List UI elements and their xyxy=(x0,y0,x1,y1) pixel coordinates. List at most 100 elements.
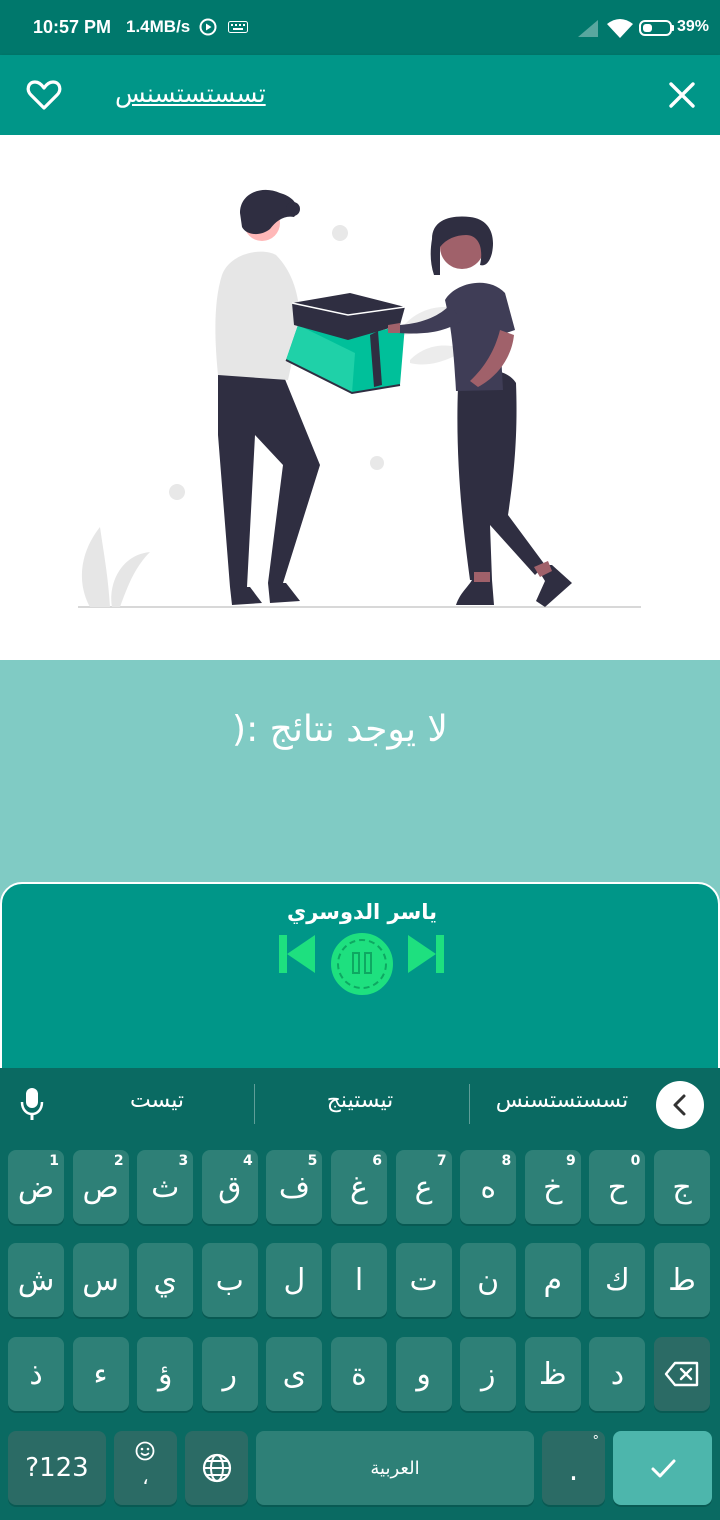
key-row2-2[interactable]: ي xyxy=(137,1243,194,1317)
key-row3-2-label: ؤ xyxy=(157,1356,173,1392)
language-key[interactable] xyxy=(185,1431,248,1505)
key-row2-5[interactable]: ا xyxy=(331,1243,387,1317)
symbols-key[interactable]: ?123 xyxy=(8,1431,106,1505)
microphone-icon[interactable] xyxy=(17,1086,47,1122)
key-row3-8[interactable]: ظ xyxy=(524,1337,581,1411)
key-row1-5[interactable]: غ6 xyxy=(331,1150,387,1224)
close-icon[interactable] xyxy=(662,75,702,115)
key-row2-10[interactable]: ط xyxy=(654,1243,710,1317)
key-row1-8[interactable]: خ9 xyxy=(524,1150,581,1224)
key-row2-8-label: م xyxy=(543,1262,563,1298)
key-row2-3[interactable]: ب xyxy=(201,1243,258,1317)
key-row1-10-label: ج xyxy=(672,1169,692,1205)
key-row3-9-label: د xyxy=(610,1356,625,1392)
suggestion-divider xyxy=(469,1084,470,1124)
key-row1-3[interactable]: ق4 xyxy=(201,1150,258,1224)
key-row1-2-label: ث xyxy=(151,1169,180,1205)
key-row2-7-label: ن xyxy=(477,1262,500,1298)
key-row2-0-label: ش xyxy=(17,1262,55,1298)
key-row3-4[interactable]: ى xyxy=(266,1337,323,1411)
key-row1-8-label: خ xyxy=(543,1169,563,1205)
key-row1-10[interactable]: ج xyxy=(654,1150,710,1224)
key-row1-9[interactable]: ح0 xyxy=(589,1150,646,1224)
key-row1-7-label: ه xyxy=(480,1169,497,1205)
key-row2-4-label: ل xyxy=(283,1262,306,1298)
app-bar: تسستستسنس xyxy=(0,55,720,135)
key-row2-8[interactable]: م xyxy=(524,1243,581,1317)
key-row2-6-label: ت xyxy=(409,1262,438,1298)
heart-outline-icon[interactable] xyxy=(24,75,64,115)
space-key[interactable]: العربية xyxy=(256,1431,534,1505)
key-row1-6-number: 7 xyxy=(436,1153,447,1169)
key-row1-6[interactable]: ع7 xyxy=(395,1150,452,1224)
status-time: 10:57 PM xyxy=(33,17,112,37)
key-row1-0[interactable]: ض1 xyxy=(8,1150,64,1224)
collapse-suggestions-button[interactable] xyxy=(656,1081,704,1129)
key-row3-6[interactable]: و xyxy=(395,1337,452,1411)
key-row1-0-label: ض xyxy=(17,1169,55,1205)
suggestion-2[interactable]: تيستينج xyxy=(290,1088,430,1113)
keyboard-indicator-icon xyxy=(228,21,248,33)
key-row3-0[interactable]: ذ xyxy=(8,1337,64,1411)
symbols-key-label: ?123 xyxy=(25,1453,89,1483)
key-row1-7-number: 8 xyxy=(501,1153,512,1169)
no-results-message: ): لا يوجد نتائج xyxy=(232,709,448,750)
key-row2-2-label: ي xyxy=(153,1262,177,1298)
key-row1-3-label: ق xyxy=(218,1169,242,1205)
key-row3-7[interactable]: ز xyxy=(460,1337,517,1411)
key-row1-4-number: 5 xyxy=(307,1153,318,1169)
chevron-left-icon xyxy=(673,1094,686,1116)
key-row3-9[interactable]: د xyxy=(589,1337,646,1411)
key-row2-1-label: س xyxy=(82,1262,119,1298)
globe-icon xyxy=(202,1453,231,1483)
key-row3-1[interactable]: ء xyxy=(72,1337,129,1411)
skip-next-icon[interactable] xyxy=(406,931,446,977)
backspace-icon xyxy=(664,1361,699,1387)
key-row2-6[interactable]: ت xyxy=(395,1243,452,1317)
key-row3-3[interactable]: ر xyxy=(201,1337,258,1411)
enter-key[interactable] xyxy=(613,1431,712,1505)
key-row3-2[interactable]: ؤ xyxy=(137,1337,194,1411)
key-row2-9[interactable]: ك xyxy=(589,1243,646,1317)
suggestion-3[interactable]: تسستستسنس xyxy=(480,1088,644,1113)
backspace-key[interactable] xyxy=(654,1337,710,1411)
emoji-key[interactable]: ، xyxy=(114,1431,177,1505)
key-row2-7[interactable]: ن xyxy=(460,1243,517,1317)
empty-state-illustration xyxy=(0,135,720,660)
key-row1-2[interactable]: ث3 xyxy=(137,1150,194,1224)
key-row1-4[interactable]: ف5 xyxy=(266,1150,323,1224)
key-row1-1[interactable]: ص2 xyxy=(72,1150,129,1224)
key-row1-0-number: 1 xyxy=(49,1153,59,1169)
key-row2-1[interactable]: س xyxy=(72,1243,129,1317)
key-row3-0-label: ذ xyxy=(29,1356,43,1392)
audio-player: ياسر الدوسري xyxy=(0,882,720,1080)
key-row1-3-number: 4 xyxy=(243,1153,253,1169)
space-key-label: العربية xyxy=(370,1457,420,1479)
key-row3-1-label: ء xyxy=(93,1356,108,1392)
reciter-name: ياسر الدوسري xyxy=(286,900,438,924)
suggestion-1[interactable]: تيست xyxy=(90,1088,224,1113)
suggestion-bar: تيست تيستينج تسستستسنس xyxy=(0,1068,720,1140)
wifi-icon xyxy=(607,19,633,38)
key-row3-5[interactable]: ة xyxy=(331,1337,387,1411)
key-row3-6-label: و xyxy=(416,1356,431,1392)
key-row2-0[interactable]: ش xyxy=(8,1243,64,1317)
skip-previous-icon[interactable] xyxy=(277,931,317,977)
key-row1-2-number: 3 xyxy=(178,1153,189,1169)
key-row2-10-label: ط xyxy=(668,1262,696,1298)
key-row1-8-number: 9 xyxy=(566,1153,576,1169)
key-row2-9-label: ك xyxy=(605,1262,630,1298)
key-row2-4[interactable]: ل xyxy=(266,1243,323,1317)
key-row1-6-label: ع xyxy=(414,1169,433,1205)
pause-icon[interactable] xyxy=(329,931,395,997)
period-key[interactable]: . ° xyxy=(542,1431,605,1505)
key-row3-7-label: ز xyxy=(480,1356,496,1392)
key-row3-5-label: ة xyxy=(351,1356,367,1392)
key-row3-3-label: ر xyxy=(222,1356,238,1392)
search-query-title[interactable]: تسستستسنس xyxy=(115,79,266,108)
key-row1-9-number: 0 xyxy=(630,1153,641,1169)
network-speed: 1.4MB/s xyxy=(126,17,191,36)
key-row1-1-number: 2 xyxy=(113,1153,124,1169)
gift-exchange-illustration xyxy=(78,189,641,608)
key-row1-7[interactable]: ه8 xyxy=(460,1150,517,1224)
